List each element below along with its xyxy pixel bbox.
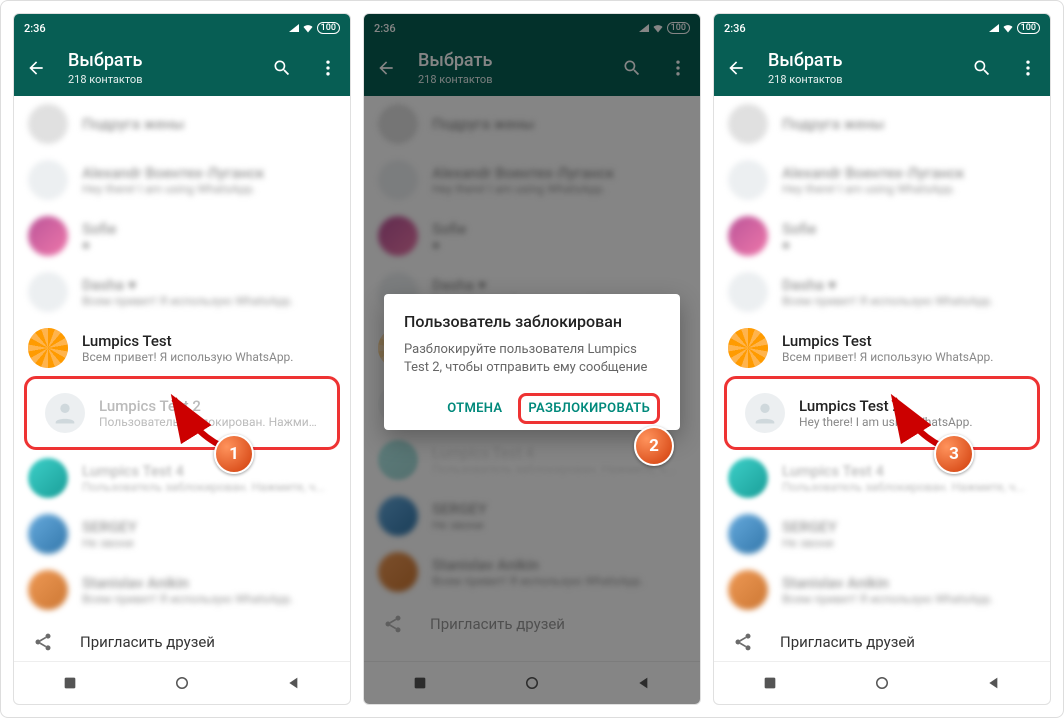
more-vert-icon xyxy=(318,58,338,78)
contact-row[interactable]: SERGEYНе звони xyxy=(714,506,1050,562)
contact-row[interactable]: Sofie♣ xyxy=(14,208,350,264)
search-icon xyxy=(272,58,292,78)
contact-row[interactable]: Stanislav AnikinВсем привет! Я использую… xyxy=(14,562,350,618)
cancel-button[interactable]: ОТМЕНА xyxy=(437,393,512,424)
status-bar: 2:36 100 xyxy=(14,14,350,42)
back-button[interactable] xyxy=(722,54,750,82)
invite-friends-row[interactable]: Пригласить друзей xyxy=(14,618,350,661)
share-icon xyxy=(33,632,53,652)
nav-home-icon[interactable] xyxy=(873,674,891,692)
invite-label: Пригласить друзей xyxy=(80,633,215,651)
avatar xyxy=(28,328,68,368)
nav-recent-icon[interactable] xyxy=(762,675,778,691)
contact-row[interactable]: Подруга жены xyxy=(714,96,1050,152)
nav-back-icon[interactable] xyxy=(986,675,1002,691)
back-button[interactable] xyxy=(22,54,50,82)
nav-recent-icon[interactable] xyxy=(62,675,78,691)
person-icon xyxy=(751,399,779,427)
contact-row[interactable]: Stanislav AnikinВсем привет! Я использую… xyxy=(714,562,1050,618)
app-bar: Выбрать218 контактов xyxy=(714,42,1050,96)
app-bar: Выбрать 218 контактов xyxy=(14,42,350,96)
contact-row-lumpics[interactable]: Lumpics TestВсем привет! Я использую Wha… xyxy=(14,320,350,376)
phone-screen-2: 2:36 100 Выбрать218 контактов Подруга же… xyxy=(363,13,701,705)
contact-row[interactable]: Sofie♣ xyxy=(714,208,1050,264)
contact-row[interactable]: Подруга жены xyxy=(14,96,350,152)
contact-row[interactable]: SERGEYНе звони xyxy=(14,506,350,562)
dialog-message: Разблокируйте пользователя Lumpics Test … xyxy=(404,341,660,377)
nav-back-icon[interactable] xyxy=(286,675,302,691)
avatar xyxy=(745,393,785,433)
step-marker-3: 3 xyxy=(934,434,974,474)
status-time: 2:36 xyxy=(24,22,46,35)
menu-button[interactable] xyxy=(314,54,342,82)
avatar xyxy=(728,328,768,368)
status-bar: 2:36 100 xyxy=(714,14,1050,42)
contact-row[interactable]: Alexandr Воентех-ЛуганскHey there! I am … xyxy=(714,152,1050,208)
appbar-subtitle: 218 контактов xyxy=(68,73,250,86)
unblock-button[interactable]: РАЗБЛОКИРОВАТЬ xyxy=(518,393,660,424)
avatar xyxy=(28,458,68,498)
step-marker-2: 2 xyxy=(634,426,674,466)
contact-row[interactable]: Dasha ♥Всем привет! Я использую WhatsApp… xyxy=(14,264,350,320)
phone-screen-1: 2:36 100 Выбрать 218 контактов Подр xyxy=(13,13,351,705)
arrow-back-icon xyxy=(26,58,46,78)
battery-indicator: 100 xyxy=(317,22,340,34)
search-icon xyxy=(972,58,992,78)
share-icon xyxy=(733,632,753,652)
appbar-title: Выбрать xyxy=(68,50,250,71)
step-marker-1: 1 xyxy=(214,434,254,474)
android-navbar xyxy=(714,661,1050,704)
wifi-icon xyxy=(1002,22,1014,34)
avatar xyxy=(45,393,85,433)
contact-row[interactable]: Dasha ♥Всем привет! Я использую WhatsApp… xyxy=(714,264,1050,320)
wifi-icon xyxy=(302,22,314,34)
search-button[interactable] xyxy=(968,54,996,82)
signal-icon xyxy=(989,22,999,35)
nav-home-icon[interactable] xyxy=(173,674,191,692)
menu-button[interactable] xyxy=(1014,54,1042,82)
phone-screen-3: 2:36 100 Выбрать218 контактов Подруга же… xyxy=(713,13,1051,705)
dialog-title: Пользователь заблокирован xyxy=(404,312,660,331)
android-navbar xyxy=(14,661,350,704)
signal-icon xyxy=(289,22,299,35)
person-icon xyxy=(51,399,79,427)
unblock-dialog: Пользователь заблокирован Разблокируйте … xyxy=(384,294,680,430)
contact-row-lumpics[interactable]: Lumpics TestВсем привет! Я использую Wha… xyxy=(714,320,1050,376)
search-button[interactable] xyxy=(268,54,296,82)
contact-row[interactable]: Alexandr Воентех-ЛуганскHey there! I am … xyxy=(14,152,350,208)
more-vert-icon xyxy=(1018,58,1038,78)
invite-friends-row[interactable]: Пригласить друзей xyxy=(714,618,1050,661)
arrow-back-icon xyxy=(726,58,746,78)
